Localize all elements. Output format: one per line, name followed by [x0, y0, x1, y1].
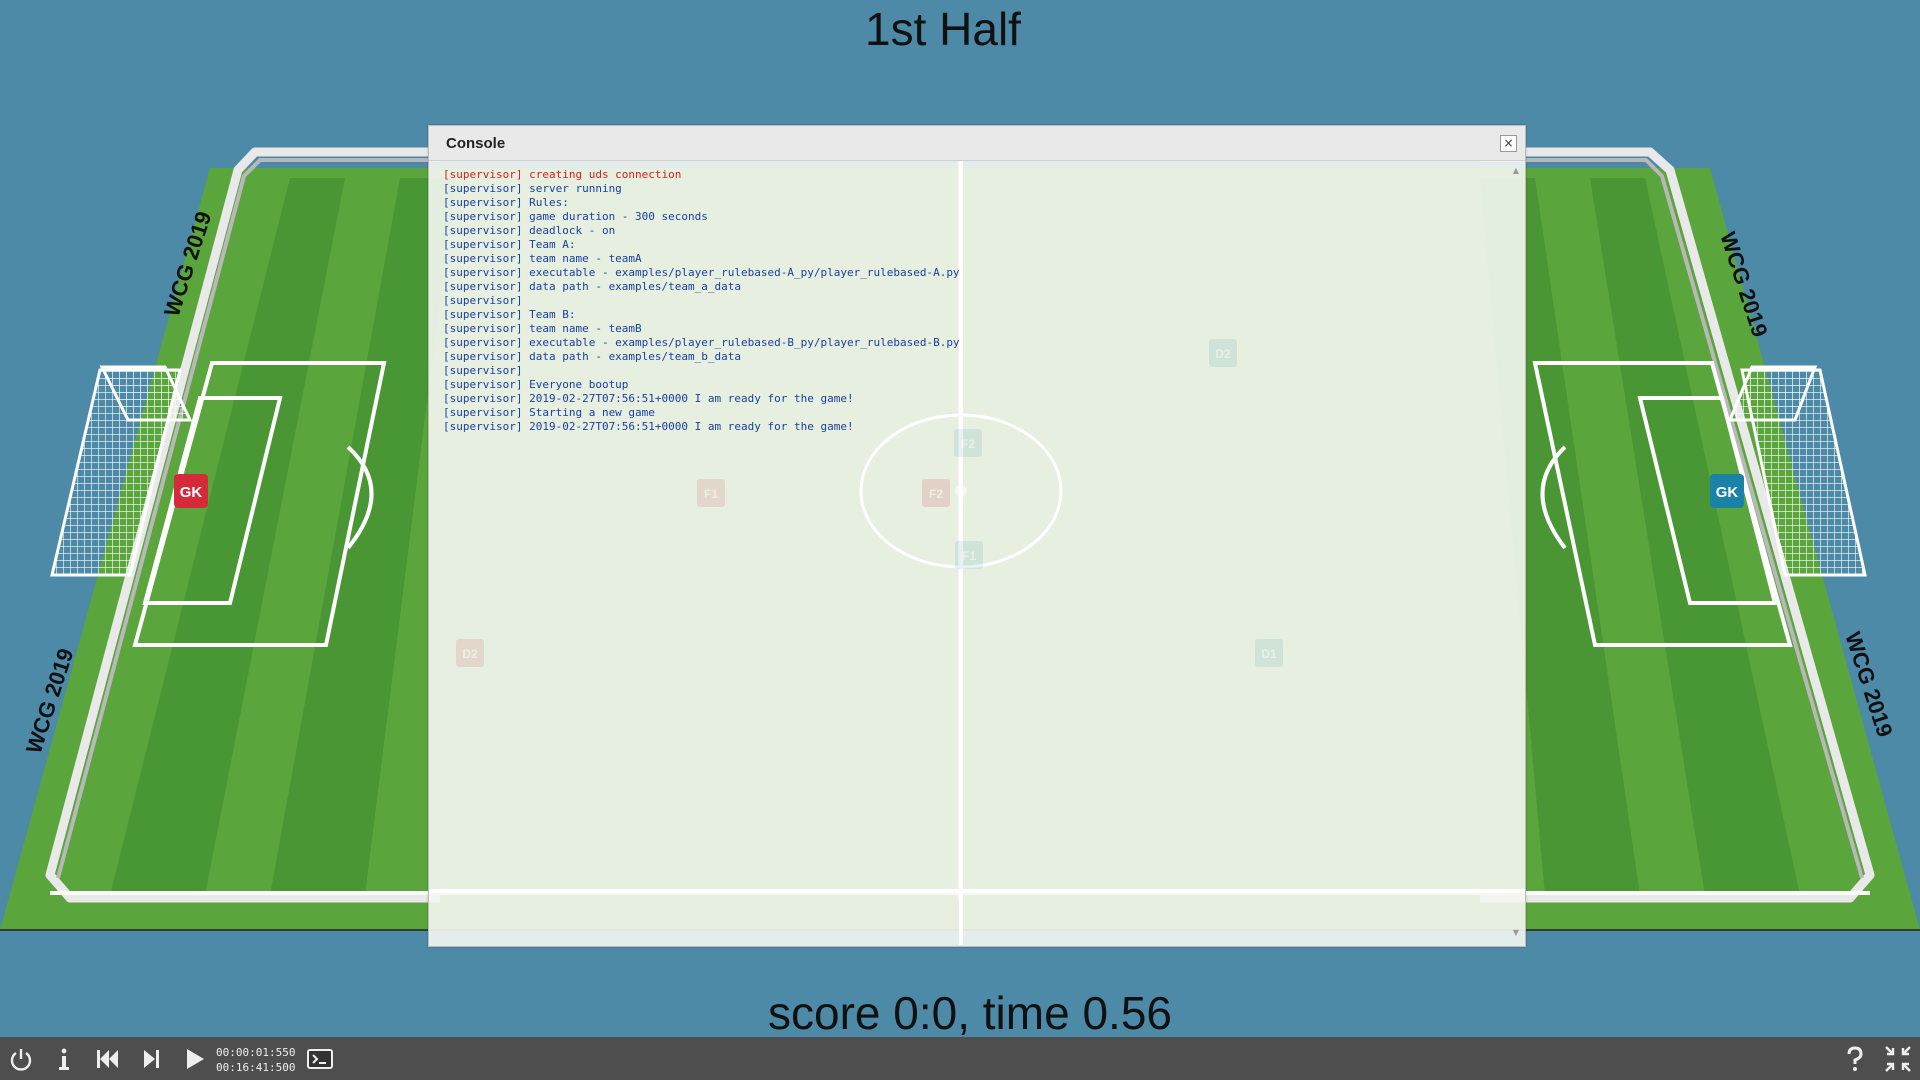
power-icon[interactable] — [5, 1043, 37, 1075]
console-line: [supervisor] deadlock - on — [443, 224, 616, 237]
help-icon[interactable] — [1839, 1043, 1871, 1075]
console-line: [supervisor] Everyone bootup — [443, 378, 629, 391]
info-icon[interactable] — [48, 1043, 80, 1075]
console-line: [supervisor] 2019-02-27T07:56:51+0000 I … — [443, 392, 854, 405]
console-line: [supervisor] executable - examples/playe… — [443, 266, 960, 279]
svg-text:GK: GK — [1716, 484, 1739, 501]
robot-team-a-gk: GK — [174, 474, 208, 508]
console-log[interactable]: [supervisor] creating uds connection [sup… — [443, 168, 1505, 936]
console-line: [supervisor] — [443, 294, 523, 307]
score-and-time: score 0:0, time 0.56 — [768, 987, 1172, 1039]
console-line: [supervisor] data path - examples/team_b… — [443, 350, 742, 363]
playback-toolbar: 00:00:01:550 00:16:41:500 — [0, 1037, 1920, 1080]
robot-team-b-gk: GK — [1710, 474, 1744, 508]
console-header[interactable]: Console × — [429, 126, 1525, 161]
close-icon[interactable]: × — [1500, 135, 1517, 152]
step-forward-icon[interactable] — [135, 1043, 167, 1075]
time-total: 00:16:41:500 — [216, 1061, 296, 1074]
console-line: [supervisor] 2019-02-27T07:56:51+0000 I … — [443, 420, 854, 433]
console-line: [supervisor] server running — [443, 182, 622, 195]
console-line: [supervisor] team name - teamA — [443, 252, 642, 265]
skip-back-icon[interactable] — [92, 1043, 124, 1075]
console-line: [supervisor] Rules: — [443, 196, 569, 209]
scroll-down-arrow-icon[interactable]: ▼ — [1511, 928, 1521, 938]
console-line: [supervisor] game duration - 300 seconds — [443, 210, 708, 223]
scroll-up-arrow-icon[interactable]: ▲ — [1511, 166, 1521, 176]
console-line: [supervisor] executable - examples/playe… — [443, 336, 960, 349]
console-line: [supervisor] data path - examples/team_a… — [443, 280, 742, 293]
console-line: [supervisor] creating uds connection — [443, 168, 682, 181]
play-icon[interactable] — [178, 1043, 210, 1075]
console-scrollbar[interactable]: ▲ ▼ — [1511, 166, 1521, 938]
half-title: 1st Half — [865, 3, 1021, 55]
console-line: [supervisor] Starting a new game — [443, 406, 655, 419]
svg-text:GK: GK — [180, 484, 203, 501]
fullscreen-icon[interactable] — [1882, 1043, 1914, 1075]
console-line: [supervisor] team name - teamB — [443, 322, 642, 335]
console-title: Console — [446, 135, 506, 152]
console-line: [supervisor] Team A: — [443, 238, 576, 251]
console-line: [supervisor] Team B: — [443, 308, 576, 321]
console-line: [supervisor] — [443, 364, 523, 377]
console-window[interactable]: Console × F1 F2 D2 F1 F2 D1 D2 [supervis… — [428, 125, 1526, 947]
time-current: 00:00:01:550 — [216, 1046, 296, 1059]
console-icon[interactable] — [304, 1043, 336, 1075]
